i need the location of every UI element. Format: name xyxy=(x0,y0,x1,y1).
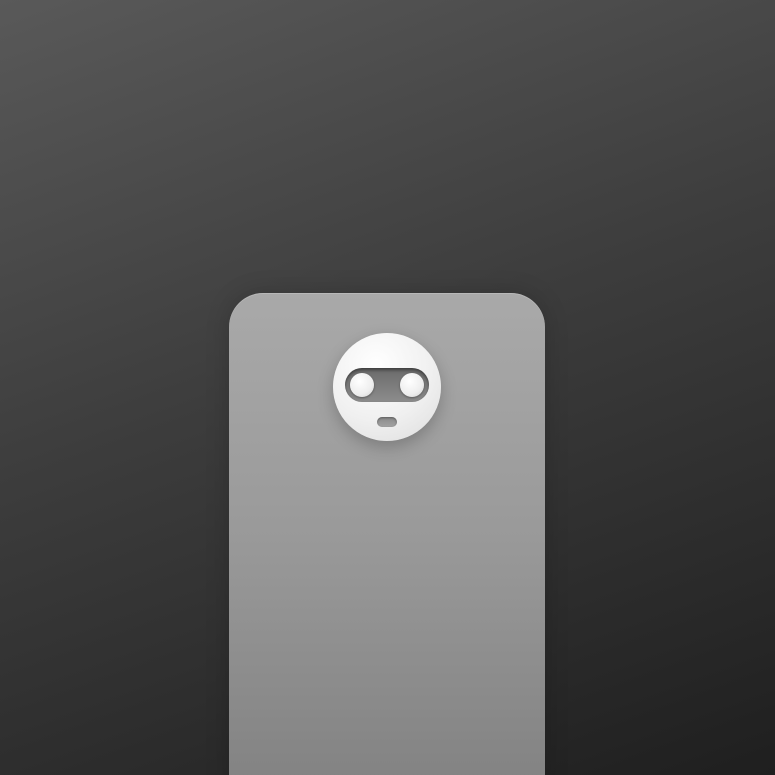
lens-icon xyxy=(350,373,374,397)
camera-module-icon xyxy=(333,333,441,441)
phone-back xyxy=(229,293,545,775)
flash-icon xyxy=(377,417,397,427)
lens-bar xyxy=(345,368,429,402)
background xyxy=(0,0,775,775)
lens-icon xyxy=(400,373,424,397)
